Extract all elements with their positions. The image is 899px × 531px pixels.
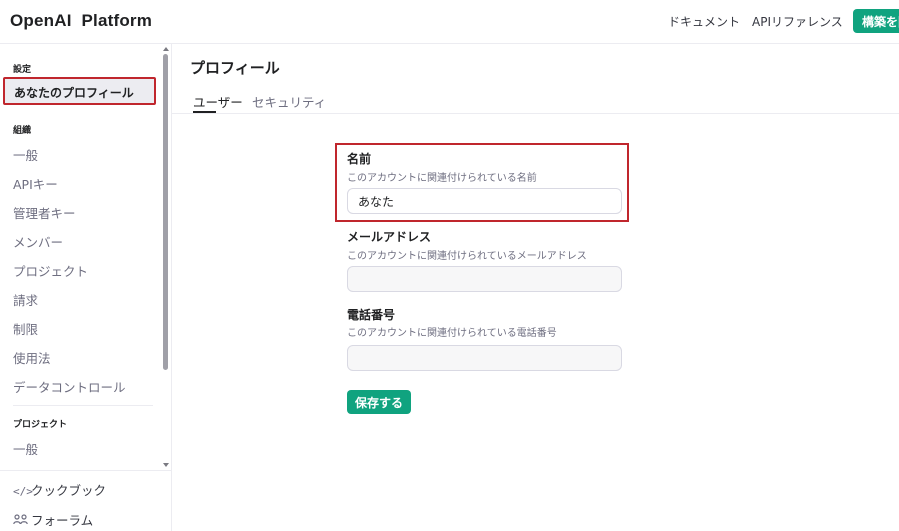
tab-security[interactable]: セキュリティ	[252, 92, 326, 111]
sidebar-item-label: あなたのプロフィール	[14, 86, 134, 100]
sidebar: 設定 あなたのプロフィール 組織 一般 APIキー 管理者キー メンバー プロジ…	[0, 44, 172, 531]
sidebar-item-api-keys[interactable]: APIキー	[13, 174, 58, 193]
name-label: 名前	[347, 152, 372, 166]
sidebar-item-your-profile[interactable]: あなたのプロフィール	[3, 77, 156, 105]
name-description: このアカウントに関連付けられている名前	[347, 173, 537, 184]
sidebar-section-organization: 組織	[13, 126, 32, 136]
cookbook-label: クックブック	[31, 483, 107, 498]
sidebar-item-general[interactable]: 一般	[13, 145, 38, 164]
sidebar-item-data-controls[interactable]: データコントロール	[13, 377, 126, 396]
sidebar-item-admin-keys[interactable]: 管理者キー	[13, 203, 76, 222]
sidebar-item-projects[interactable]: プロジェクト	[13, 261, 88, 280]
sidebar-bottom-divider	[0, 470, 172, 471]
scroll-up-arrow[interactable]	[163, 47, 169, 51]
scroll-down-arrow[interactable]	[163, 463, 169, 467]
nav-api-reference-link[interactable]: APIリファレンス	[752, 13, 843, 30]
sidebar-item-billing[interactable]: 請求	[13, 290, 38, 309]
sidebar-section-project: プロジェクト	[13, 420, 68, 430]
top-bar: OpenAI Platform ドキュメント APIリファレンス 構築を開	[0, 0, 899, 44]
nav-docs-link[interactable]: ドキュメント	[668, 13, 740, 30]
forum-label: フォーラム	[31, 513, 94, 528]
sidebar-item-limits[interactable]: 制限	[13, 319, 38, 338]
email-input[interactable]	[347, 266, 622, 292]
phone-label: 電話番号	[347, 308, 396, 322]
sidebar-item-project-general[interactable]: 一般	[13, 439, 38, 458]
code-icon: </>	[13, 485, 33, 498]
phone-input[interactable]	[347, 345, 622, 371]
sidebar-item-members[interactable]: メンバー	[13, 232, 63, 251]
tab-user[interactable]: ユーザー	[193, 92, 243, 111]
page-title: プロフィール	[190, 59, 280, 77]
sidebar-section-settings: 設定	[13, 65, 32, 75]
forum-link[interactable]: フォーラム	[13, 510, 93, 529]
name-input[interactable]	[347, 188, 622, 214]
build-button[interactable]: 構築を開	[853, 9, 899, 33]
save-button[interactable]: 保存する	[347, 390, 411, 414]
email-description: このアカウントに関連付けられているメールアドレス	[347, 251, 587, 262]
tabs-divider	[172, 113, 899, 114]
sidebar-divider	[13, 405, 153, 406]
email-label: メールアドレス	[347, 230, 432, 244]
sidebar-scrollbar[interactable]	[163, 54, 168, 370]
sidebar-item-usage[interactable]: 使用法	[13, 348, 51, 367]
phone-description: このアカウントに関連付けられている電話番号	[347, 328, 557, 339]
people-icon	[13, 514, 31, 528]
brand-logo[interactable]: OpenAI Platform	[10, 11, 152, 31]
cookbook-link[interactable]: </>クックブック	[13, 480, 106, 499]
